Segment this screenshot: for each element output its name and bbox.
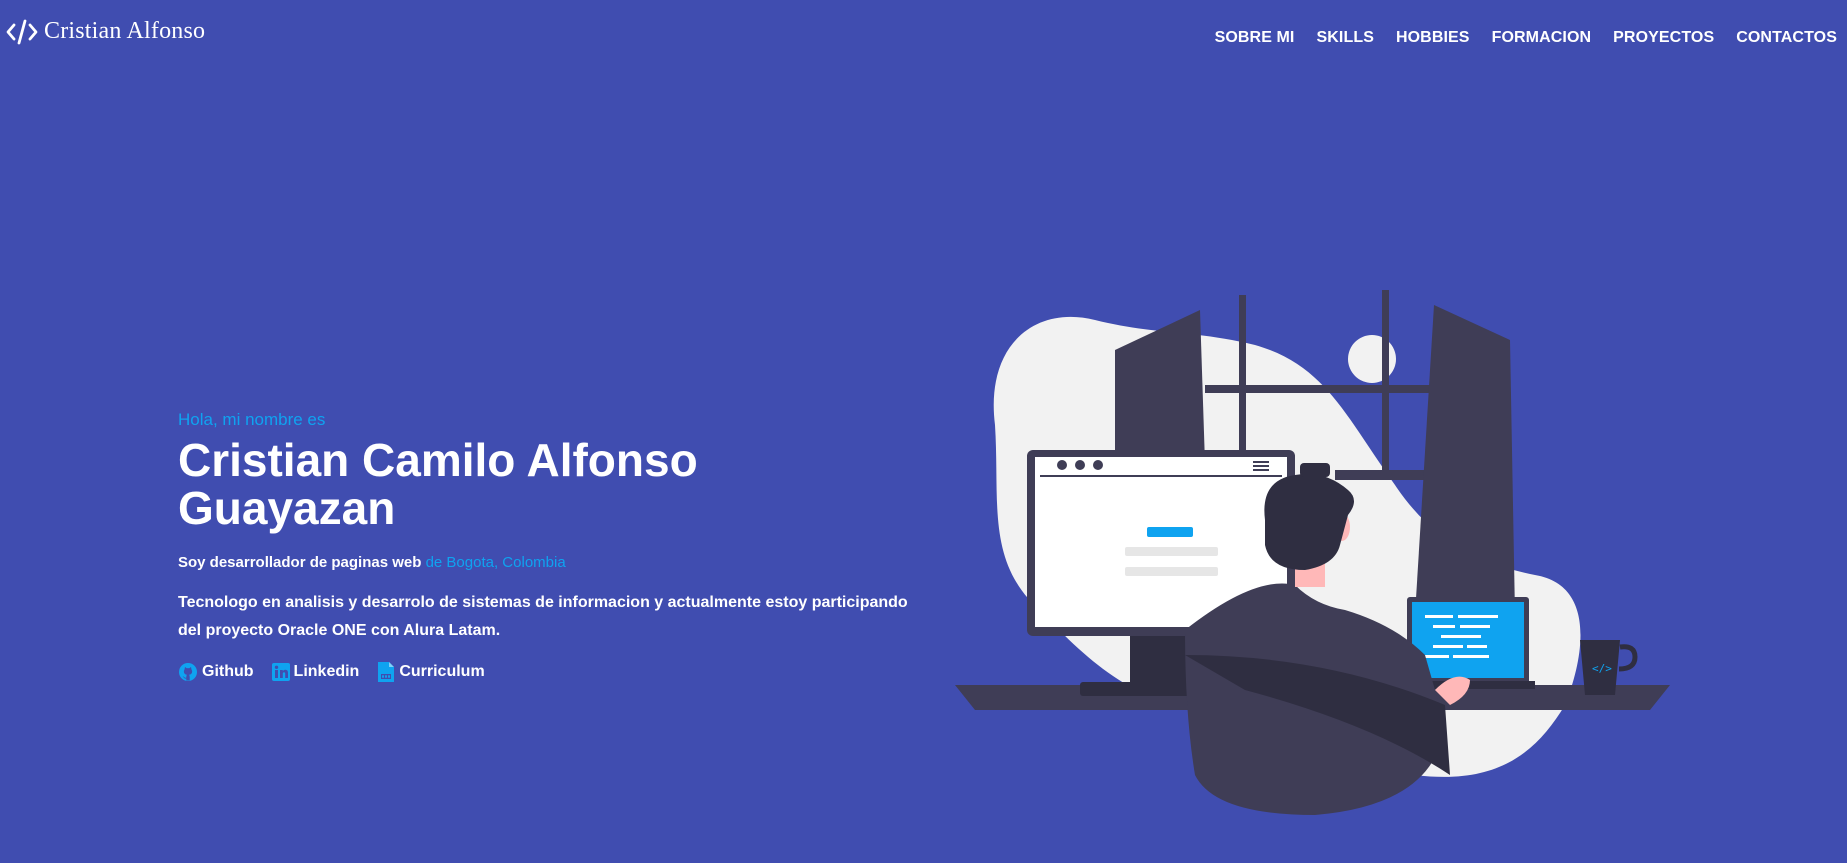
hero-section: Hola, mi nombre es Cristian Camilo Alfon… xyxy=(178,410,918,683)
brand-logo[interactable]: Cristian Alfonso xyxy=(6,18,205,45)
code-line xyxy=(1467,645,1487,648)
role-text: Soy desarrollador de paginas web de Bogo… xyxy=(178,554,918,571)
page: Cristian Alfonso SOBRE MI SKILLS HOBBIES… xyxy=(0,0,1847,863)
linkedin-link[interactable]: Linkedin xyxy=(271,661,360,683)
code-line xyxy=(1433,645,1463,648)
window-frame-vertical xyxy=(1382,290,1389,470)
mug-code-icon: </> xyxy=(1592,662,1612,675)
role-location: de Bogota, Colombia xyxy=(425,554,566,571)
screen-line-2 xyxy=(1125,567,1218,576)
hero-name: Cristian Camilo Alfonso Guayazan xyxy=(178,436,918,532)
code-line xyxy=(1433,625,1455,628)
linkedin-icon xyxy=(271,663,290,681)
screen-dot-3 xyxy=(1093,460,1103,470)
code-icon xyxy=(6,19,38,45)
screen-line-1 xyxy=(1125,547,1218,556)
developer-illustration: </> xyxy=(955,285,1675,815)
screen-dot-2 xyxy=(1075,460,1085,470)
menu-icon-line xyxy=(1253,469,1269,471)
building-right xyxy=(1415,305,1515,615)
greeting: Hola, mi nombre es xyxy=(178,410,326,429)
code-line xyxy=(1425,655,1449,658)
menu-icon-line xyxy=(1253,465,1269,467)
screen-dot-1 xyxy=(1057,460,1067,470)
name-line-1: Cristian Camilo Alfonso xyxy=(178,434,698,486)
curriculum-link[interactable]: Curriculum xyxy=(377,661,485,683)
mug-handle xyxy=(1618,644,1638,672)
pdf-icon xyxy=(377,661,395,683)
role-label: Soy desarrollador de paginas web xyxy=(178,554,422,571)
github-link[interactable]: Github xyxy=(178,661,254,683)
name-line-2: Guayazan xyxy=(178,482,396,534)
social-links: Github Linkedin Curriculum xyxy=(178,661,918,683)
nav-hobbies[interactable]: HOBBIES xyxy=(1396,29,1470,47)
nav-formacion[interactable]: FORMACION xyxy=(1492,29,1592,47)
github-icon xyxy=(178,662,198,682)
code-line xyxy=(1441,635,1481,638)
screen-header-line xyxy=(1040,475,1282,477)
hair-bun xyxy=(1300,463,1330,477)
menu-icon xyxy=(1253,461,1269,463)
nav-sobre-mi[interactable]: SOBRE MI xyxy=(1215,29,1295,47)
hero-description: Tecnologo en analisis y desarrolo de sis… xyxy=(178,594,908,639)
nav-proyectos[interactable]: PROYECTOS xyxy=(1613,29,1714,47)
main-nav: SOBRE MI SKILLS HOBBIES FORMACION PROYEC… xyxy=(1215,29,1837,47)
nav-skills[interactable]: SKILLS xyxy=(1316,29,1374,47)
brand-name: Cristian Alfonso xyxy=(44,18,206,44)
code-line xyxy=(1425,615,1453,618)
screen-button xyxy=(1147,527,1193,537)
code-line xyxy=(1460,625,1490,628)
laptop-screen xyxy=(1412,602,1524,678)
code-line xyxy=(1458,615,1498,618)
illustration-svg: </> xyxy=(955,290,1670,815)
curriculum-label: Curriculum xyxy=(399,663,485,680)
github-label: Github xyxy=(202,663,254,680)
linkedin-label: Linkedin xyxy=(293,663,360,680)
code-line xyxy=(1453,655,1489,658)
nav-contactos[interactable]: CONTACTOS xyxy=(1736,29,1837,47)
